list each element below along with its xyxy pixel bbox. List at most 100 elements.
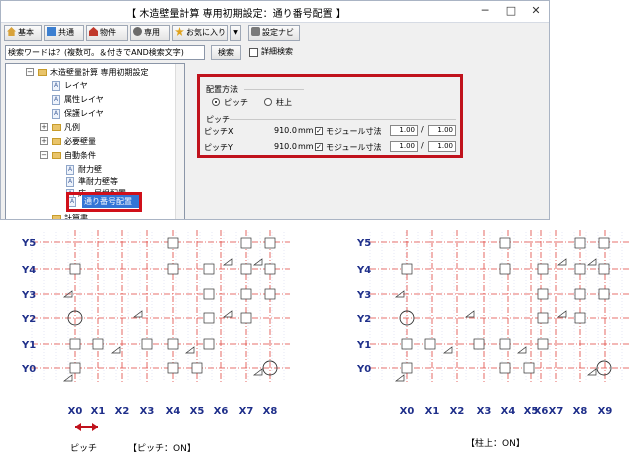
ratio-x-denominator[interactable]: 1.00 (428, 125, 456, 136)
favorites-dropdown[interactable]: ▼ (230, 25, 241, 41)
left-x-label: X1 (91, 406, 106, 417)
left-x-label: X5 (190, 406, 205, 417)
navi-icon (251, 27, 260, 36)
left-brace-symbol (132, 310, 143, 318)
ratio-x-numerator[interactable]: 1.00 (390, 125, 418, 136)
left-member-symbol (69, 263, 81, 275)
left-member-symbol (69, 338, 81, 350)
pitch-x-value[interactable]: 910.0 (274, 126, 297, 135)
grid-icon (47, 27, 56, 36)
left-member-symbol (167, 263, 179, 275)
left-y-label: Y2 (21, 314, 36, 325)
pitch-radio[interactable] (212, 98, 220, 106)
left-member-symbol (167, 362, 179, 374)
tree-label: 必要壁量 (64, 137, 96, 146)
tree-label: 木造壁量計算 専用初期設定 (50, 68, 149, 77)
ratio-slash: / (421, 125, 424, 134)
group-divider (244, 89, 304, 90)
column-radio[interactable] (264, 98, 272, 106)
modular-y-checkbox[interactable]: ✓ (315, 143, 323, 151)
modular-x-checkbox[interactable]: ✓ (315, 127, 323, 135)
right-brace-symbol (394, 374, 405, 382)
favorites-label: お気に入り (186, 28, 226, 37)
right-y-label: Y5 (356, 238, 371, 249)
left-member-symbol (141, 338, 153, 350)
right-plan-caption: 【柱上：ON】 (466, 439, 525, 449)
right-member-symbol (537, 338, 549, 350)
expand-icon[interactable]: + (40, 123, 48, 131)
right-member-symbol (574, 237, 586, 249)
left-plan-caption: 【ピッチ：ON】 (128, 444, 196, 454)
left-member-symbol (191, 362, 203, 374)
minimize-button[interactable]: ─ (472, 1, 498, 22)
pitch-arrow-right-icon (92, 423, 98, 431)
tree-item-root[interactable]: − 木造壁量計算 専用初期設定 (6, 66, 176, 79)
dedicated-tab-button[interactable]: 専用 (130, 25, 170, 41)
left-member-symbol (264, 237, 276, 249)
property-tab-button[interactable]: 物件 (86, 25, 128, 41)
left-x-label: X6 (214, 406, 229, 417)
expand-icon[interactable]: + (40, 137, 48, 145)
tree-item-attr-layer[interactable]: A 属性レイヤ (6, 93, 176, 106)
setting-icon: A (66, 165, 74, 175)
tree-item-protect-layer[interactable]: A 保護レイヤ (6, 107, 176, 120)
common-tab-button[interactable]: 共通 (44, 25, 84, 41)
tree-item-report[interactable]: 計算書 (6, 212, 176, 219)
ratio-y-numerator[interactable]: 1.00 (390, 141, 418, 152)
left-member-symbol (240, 312, 252, 324)
maximize-button[interactable]: □ (498, 1, 524, 22)
right-member-symbol (499, 362, 511, 374)
favorites-tab-button[interactable]: お気に入り (172, 25, 228, 41)
ratio-y-denominator[interactable]: 1.00 (428, 141, 456, 152)
left-x-label: X3 (140, 406, 155, 417)
left-x-label: X7 (239, 406, 254, 417)
house-icon (7, 27, 16, 36)
search-button[interactable]: 検索 (211, 45, 241, 60)
left-member-symbol (240, 263, 252, 275)
detail-search-label: 詳細検索 (261, 47, 293, 56)
detail-search-checkbox[interactable] (249, 48, 258, 57)
basic-tab-button[interactable]: 基本 (4, 25, 42, 41)
right-brace-symbol (464, 310, 475, 318)
tree-item-required-wall[interactable]: + 必要壁量 (6, 135, 176, 148)
building-icon (89, 27, 98, 36)
setting-icon: A (66, 177, 74, 187)
right-y-label: Y0 (356, 364, 371, 375)
tree-item-layer[interactable]: A レイヤ (6, 79, 176, 92)
collapse-icon[interactable]: − (40, 151, 48, 159)
tree-label: 自動条件 (64, 151, 96, 160)
close-button[interactable]: ✕ (523, 1, 549, 22)
setting-icon: A (52, 81, 60, 91)
right-member-symbol (499, 237, 511, 249)
right-x-label: X9 (598, 406, 613, 417)
pitch-arrow-left-icon (75, 423, 81, 431)
pitch-y-value[interactable]: 910.0 (274, 142, 297, 151)
right-x-label: X7 (549, 406, 564, 417)
left-member-symbol (92, 338, 104, 350)
left-y-label: Y5 (21, 238, 36, 249)
tree-item-legend[interactable]: + 凡例 (6, 121, 176, 134)
collapse-icon[interactable]: − (26, 68, 34, 76)
search-input[interactable]: 検索ワードは？(複数可。＆付きでAND検索文字) (5, 45, 205, 60)
right-y-label: Y1 (356, 340, 371, 351)
left-member-symbol (69, 362, 81, 374)
settings-tree: − 木造壁量計算 専用初期設定 A レイヤ A 属性レイヤ A 保護レイヤ + … (5, 63, 185, 219)
right-member-symbol (401, 338, 413, 350)
folder-icon (52, 124, 61, 131)
folder-icon (52, 152, 61, 159)
right-member-symbol (537, 263, 549, 275)
right-x-label: X1 (425, 406, 440, 417)
tree-scrollbar[interactable] (175, 64, 184, 219)
left-member-symbol (167, 237, 179, 249)
left-y-label: Y3 (21, 290, 36, 301)
setting-navi-button[interactable]: 設定ナビ (248, 25, 300, 41)
right-member-symbol (537, 312, 549, 324)
right-member-symbol (598, 237, 610, 249)
right-x-label: X8 (573, 406, 588, 417)
left-member-symbol (240, 237, 252, 249)
tree-item-auto-condition[interactable]: − 自動条件 (6, 149, 176, 162)
setting-icon: A (52, 95, 60, 105)
left-member-symbol (264, 263, 276, 275)
common-label: 共通 (58, 28, 74, 37)
tree-label: 属性レイヤ (64, 95, 104, 104)
